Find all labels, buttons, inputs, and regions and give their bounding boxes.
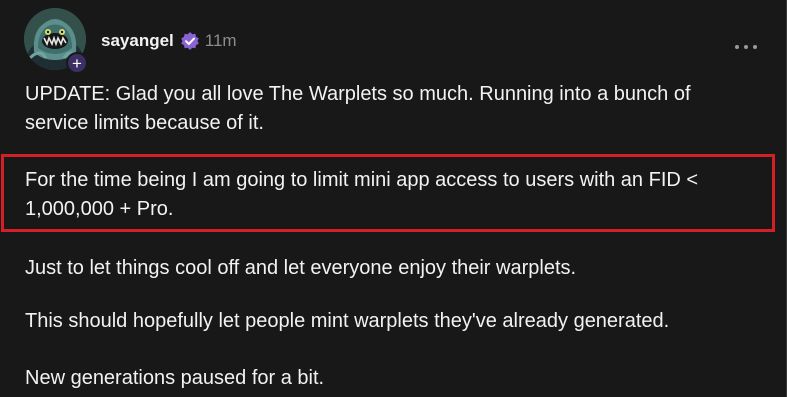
red-highlight-box xyxy=(1,154,775,232)
plus-icon: + xyxy=(72,53,82,73)
post-paragraph: This should hopefully let people mint wa… xyxy=(25,310,670,332)
follow-plus-button[interactable]: + xyxy=(66,52,88,74)
author-avatar[interactable]: + xyxy=(24,8,88,74)
author-username[interactable]: sayangel xyxy=(101,31,174,51)
post-paragraph: Just to let things cool off and let ever… xyxy=(25,257,577,279)
verified-badge-icon xyxy=(180,31,200,51)
post-timestamp[interactable]: 11m xyxy=(205,31,237,51)
ellipsis-icon[interactable] xyxy=(733,36,759,54)
post-header: sayangel 11m xyxy=(101,28,237,54)
post-paragraph: UPDATE: Glad you all love The Warplets s… xyxy=(25,83,691,134)
post-paragraph: New generations paused for a bit. xyxy=(25,367,325,389)
